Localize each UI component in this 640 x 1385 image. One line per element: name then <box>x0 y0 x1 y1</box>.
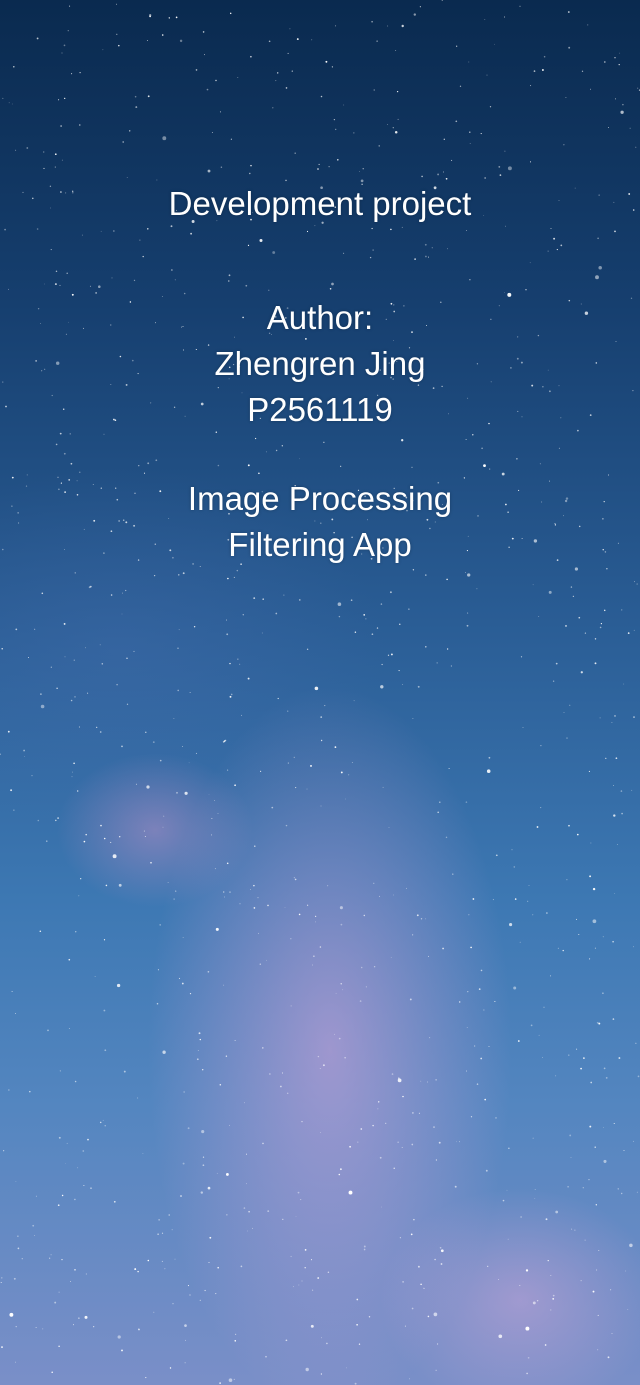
project-label: Development project <box>168 185 472 222</box>
author-name: Zhengren Jing <box>214 345 426 382</box>
author-id: P2561119 <box>247 391 393 428</box>
author-label: Author: <box>266 299 374 336</box>
app-title-line-1: Image Processing <box>187 480 453 517</box>
app-title-line-2: Filtering App <box>228 526 412 563</box>
